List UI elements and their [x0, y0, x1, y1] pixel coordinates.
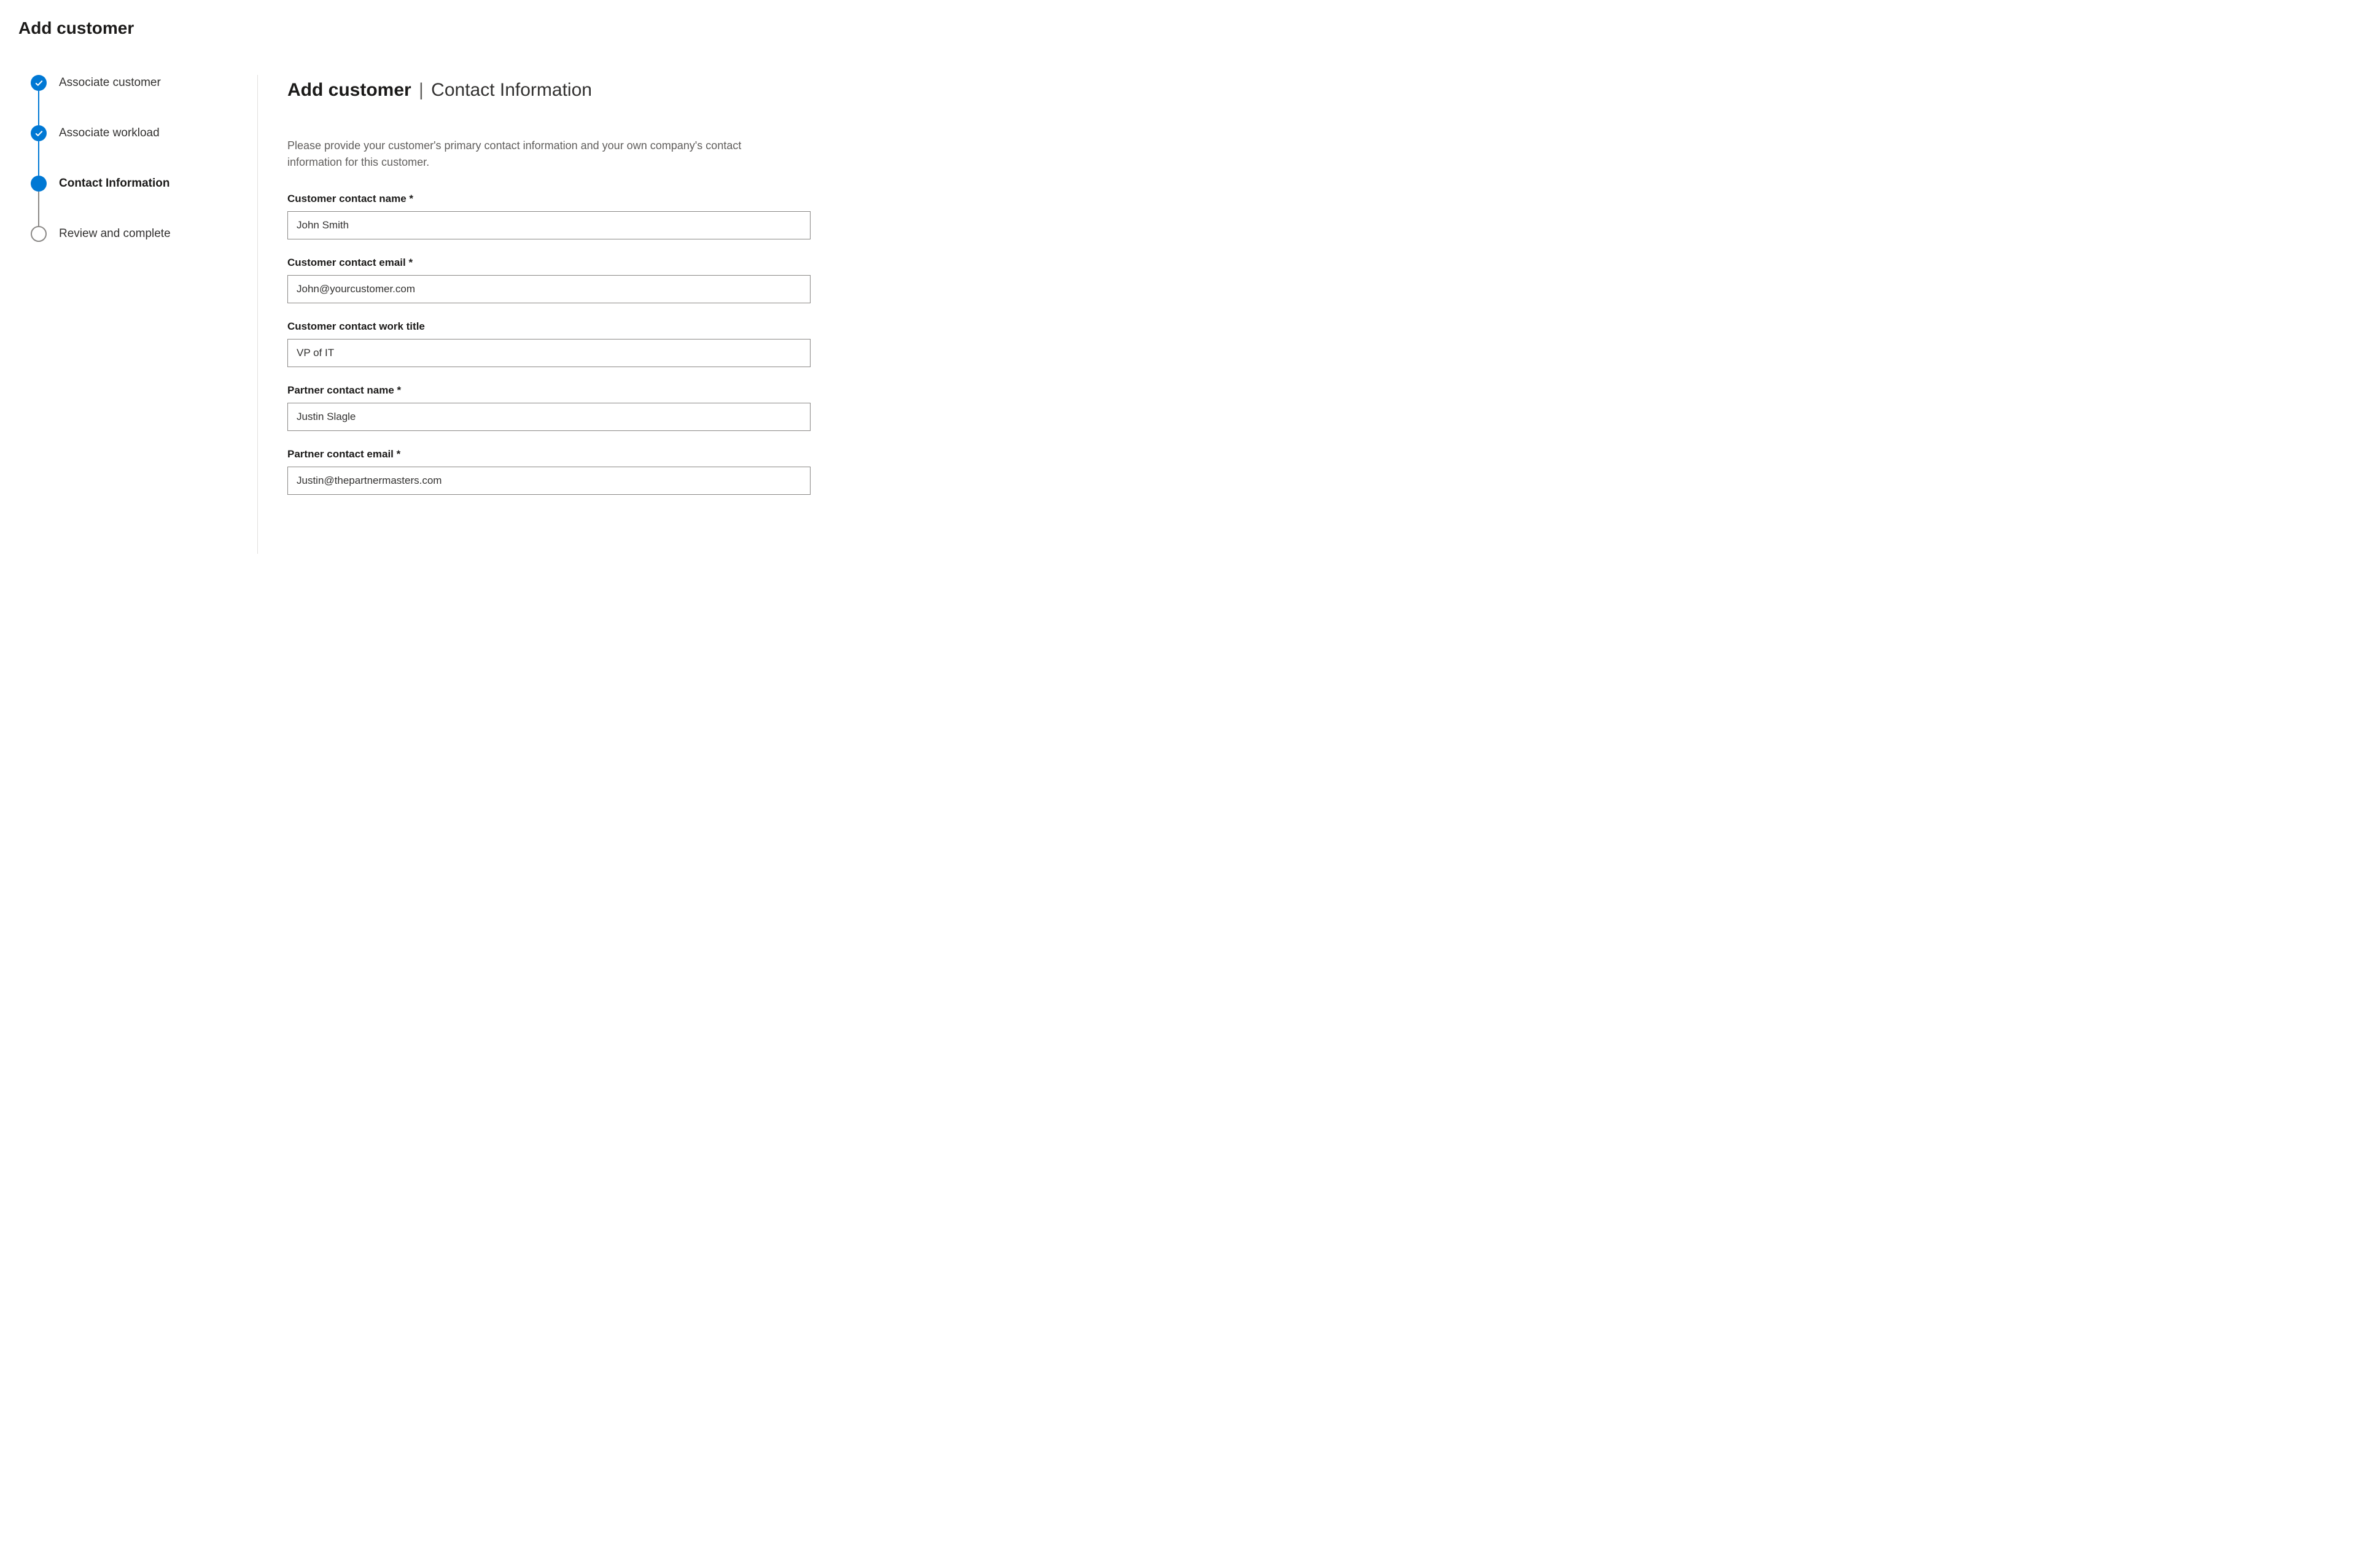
current-step-icon — [31, 176, 47, 192]
form-group-customer-contact-title: Customer contact work title — [287, 320, 811, 367]
main-heading-bold: Add customer — [287, 80, 411, 100]
main-heading: Add customer | Contact Information — [287, 80, 811, 101]
wizard-step-label: Contact Information — [59, 177, 170, 190]
partner-contact-name-label: Partner contact name * — [287, 384, 811, 397]
wizard-step-contact-information[interactable]: Contact Information — [31, 176, 233, 192]
wizard-step-review-and-complete[interactable]: Review and complete — [31, 226, 233, 242]
page-title: Add customer — [18, 18, 2340, 38]
form-description: Please provide your customer's primary c… — [287, 138, 791, 171]
step-connector — [38, 141, 39, 176]
checkmark-icon — [31, 75, 47, 91]
wizard-steps-sidebar: Associate customer Associate workload Co… — [18, 75, 258, 554]
partner-contact-email-label: Partner contact email * — [287, 448, 811, 460]
customer-contact-name-input[interactable] — [287, 211, 811, 239]
form-group-partner-contact-email: Partner contact email * — [287, 448, 811, 495]
main-heading-sep: | — [414, 80, 429, 100]
main-heading-rest: Contact Information — [431, 80, 592, 100]
form-group-customer-contact-email: Customer contact email * — [287, 257, 811, 303]
main-content: Add customer | Contact Information Pleas… — [258, 75, 835, 554]
step-connector — [38, 91, 39, 125]
step-connector — [38, 192, 39, 226]
wizard-step-associate-workload[interactable]: Associate workload — [31, 125, 233, 141]
form-group-partner-contact-name: Partner contact name * — [287, 384, 811, 431]
customer-contact-name-label: Customer contact name * — [287, 193, 811, 205]
customer-contact-title-input[interactable] — [287, 339, 811, 367]
upcoming-step-icon — [31, 226, 47, 242]
form-group-customer-contact-name: Customer contact name * — [287, 193, 811, 239]
wizard-step-label: Associate workload — [59, 126, 160, 140]
customer-contact-email-label: Customer contact email * — [287, 257, 811, 269]
customer-contact-email-input[interactable] — [287, 275, 811, 303]
wizard-step-label: Review and complete — [59, 227, 171, 241]
wizard-step-associate-customer[interactable]: Associate customer — [31, 75, 233, 91]
partner-contact-name-input[interactable] — [287, 403, 811, 431]
checkmark-icon — [31, 125, 47, 141]
partner-contact-email-input[interactable] — [287, 467, 811, 495]
customer-contact-title-label: Customer contact work title — [287, 320, 811, 333]
wizard-step-label: Associate customer — [59, 76, 161, 90]
